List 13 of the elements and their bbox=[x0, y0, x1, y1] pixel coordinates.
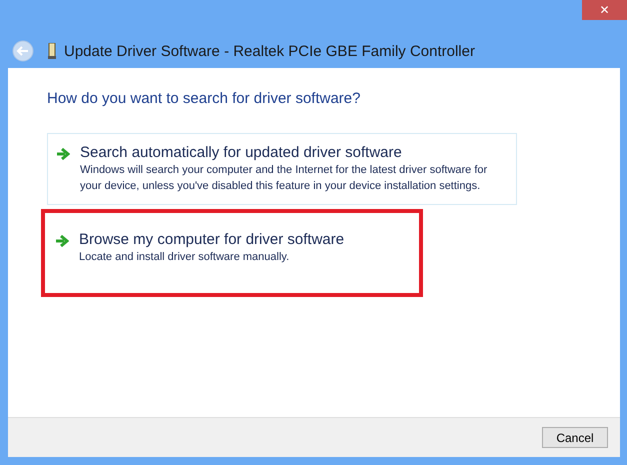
option-description: Windows will search your computer and the Internet for the latest driver software for your device, unless you've disabled this feature in your device installation settings. bbox=[80, 163, 488, 194]
arrow-icon bbox=[56, 148, 70, 160]
option-link[interactable]: Browse my computer for driver software Locate and install driver software manually. bbox=[41, 209, 423, 297]
arrow-icon bbox=[55, 235, 69, 247]
option-description: Locate and install driver software manually. bbox=[79, 250, 290, 265]
option-title: Search automatically for updated driver software bbox=[80, 144, 403, 161]
network-card-icon bbox=[48, 43, 56, 59]
option-link[interactable] bbox=[47, 133, 517, 205]
option-title: Browse my computer for driver software bbox=[79, 231, 344, 248]
cancel-button[interactable]: Cancel bbox=[542, 427, 608, 448]
dialog-heading: How do you want to search for driver software? bbox=[47, 90, 362, 107]
close-button[interactable]: ✕ bbox=[582, 0, 627, 20]
window-title: Update Driver Software - Realtek PCIe GBE Family Controller bbox=[64, 42, 475, 60]
